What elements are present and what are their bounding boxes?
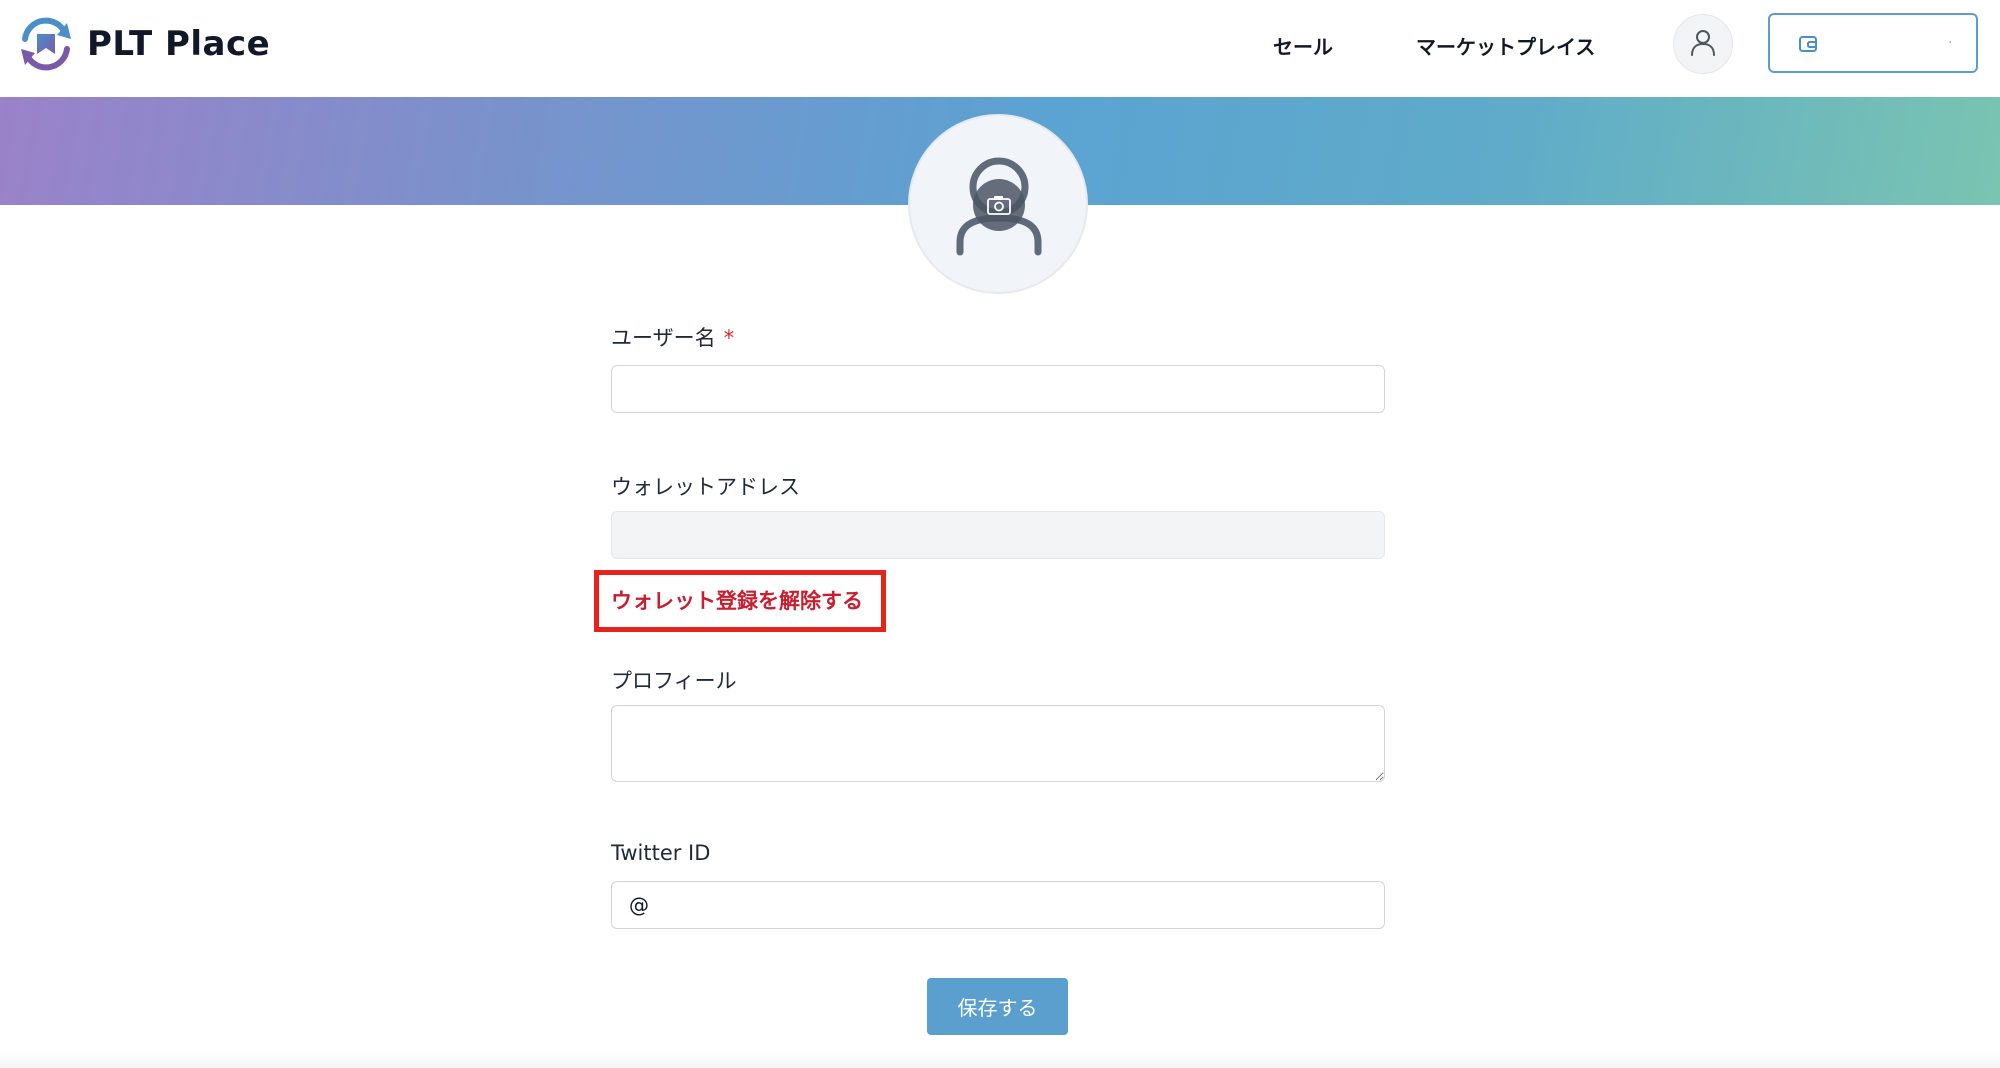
camera-icon	[973, 179, 1025, 231]
wallet-address-truncated: ·	[1948, 35, 1953, 51]
nav-marketplace[interactable]: マーケットプレイス	[1416, 31, 1595, 60]
username-input[interactable]	[611, 365, 1385, 413]
profile-textarea[interactable]	[611, 705, 1385, 782]
user-icon	[1688, 27, 1718, 61]
twitter-field[interactable]: @	[611, 881, 1385, 929]
wallet-icon	[1798, 34, 1818, 58]
page-bottom	[0, 1050, 2000, 1068]
wallet-address-input	[611, 511, 1385, 559]
twitter-input[interactable]	[656, 884, 1376, 926]
wallet-address-label: ウォレットアドレス	[611, 475, 800, 499]
save-button[interactable]: 保存する	[927, 978, 1068, 1035]
profile-label: プロフィール	[611, 669, 737, 693]
plt-place-logo-icon	[17, 17, 75, 71]
unregister-wallet-link[interactable]: ウォレット登録を解除する	[611, 585, 863, 615]
brand-name: PLT Place	[87, 24, 271, 64]
nav-sale[interactable]: セール	[1273, 31, 1333, 60]
username-label-text: ユーザー名	[611, 326, 716, 350]
header: PLT Place セール マーケットプレイス ·	[0, 0, 2000, 97]
twitter-prefix: @	[629, 893, 649, 917]
logo[interactable]: PLT Place	[17, 17, 270, 71]
wallet-button[interactable]: ·	[1768, 13, 1978, 73]
user-menu-button[interactable]	[1673, 14, 1733, 74]
twitter-label: Twitter ID	[611, 841, 711, 865]
username-label: ユーザー名 *	[611, 322, 734, 352]
required-mark: *	[723, 326, 735, 350]
profile-avatar-upload[interactable]	[908, 114, 1088, 294]
